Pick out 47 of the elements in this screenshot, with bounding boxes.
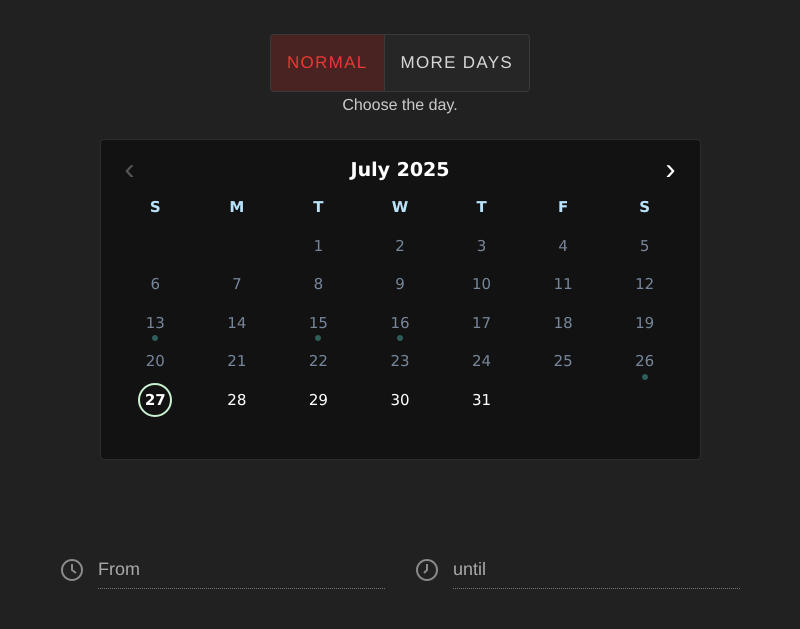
day-button[interactable]: 17 <box>464 306 499 340</box>
day-button[interactable]: 31 <box>464 382 499 417</box>
day-button[interactable]: 1 <box>301 228 336 263</box>
day-button[interactable]: 21 <box>220 344 254 378</box>
month-title: July 2025 <box>350 159 450 181</box>
day-button[interactable]: 20 <box>138 344 172 378</box>
weekday-label: S <box>150 198 161 216</box>
day-button[interactable]: 5 <box>628 228 662 263</box>
caption: Choose the day. <box>342 97 458 115</box>
day-button[interactable]: 25 <box>546 344 580 378</box>
day-button[interactable]: 12 <box>628 267 662 302</box>
day-button[interactable]: 27 <box>138 382 172 417</box>
weekday-label: T <box>476 198 487 216</box>
day-button[interactable]: 3 <box>464 228 499 263</box>
day-button[interactable]: 23 <box>382 344 417 378</box>
day-button[interactable]: 19 <box>628 306 662 340</box>
day-button[interactable]: 6 <box>138 267 172 302</box>
weekday-label: S <box>639 198 650 216</box>
day-button[interactable]: 28 <box>220 382 254 417</box>
day-button[interactable]: 16 <box>382 306 417 340</box>
day-button[interactable]: 10 <box>464 267 499 302</box>
next-month-button[interactable]: › <box>662 155 680 185</box>
mode-tab[interactable]: NORMAL <box>270 35 385 91</box>
day-button[interactable]: 13 <box>138 306 172 340</box>
weekday-label: W <box>392 198 408 216</box>
day-button[interactable]: 11 <box>546 267 580 302</box>
weekday-label: F <box>558 198 568 216</box>
day-button[interactable]: 14 <box>220 306 254 340</box>
day-button[interactable]: 9 <box>382 267 417 302</box>
day-button[interactable]: 30 <box>382 382 417 417</box>
day-button[interactable]: 8 <box>301 267 336 302</box>
day-button[interactable]: 29 <box>301 382 336 417</box>
time-field[interactable]: From <box>98 551 385 589</box>
clock-icon <box>415 558 439 582</box>
day-button[interactable]: 26 <box>628 344 662 378</box>
day-button[interactable]: 18 <box>546 306 580 340</box>
weekday-label: T <box>313 198 324 216</box>
clock-icon <box>60 558 84 582</box>
day-button[interactable]: 22 <box>301 344 336 378</box>
day-button[interactable]: 15 <box>301 306 336 340</box>
day-button[interactable]: 24 <box>464 344 499 378</box>
time-field[interactable]: until <box>453 551 740 589</box>
day-button[interactable]: 2 <box>382 228 417 263</box>
day-button[interactable]: 7 <box>220 267 254 302</box>
mode-tab[interactable]: MORE DAYS <box>384 35 529 91</box>
weekday-label: M <box>229 198 244 216</box>
day-button[interactable]: 4 <box>546 228 580 263</box>
